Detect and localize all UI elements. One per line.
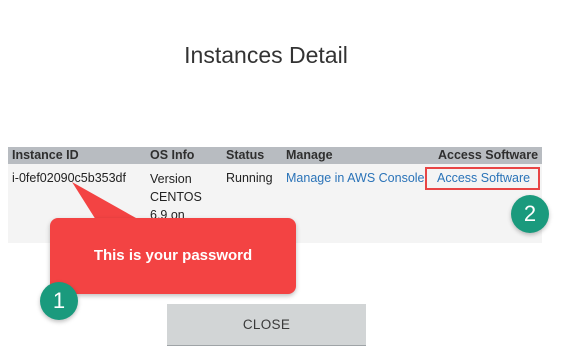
- callout-text: This is your password: [93, 247, 253, 264]
- dialog-title: Instances Detail: [184, 42, 348, 68]
- manage-aws-console-link[interactable]: Manage in AWS Console: [286, 171, 425, 185]
- header-manage: Manage: [286, 148, 333, 162]
- header-os-info: OS Info: [150, 148, 195, 162]
- access-software-link[interactable]: Access Software: [437, 171, 530, 185]
- header-instance-id: Instance ID: [12, 148, 79, 162]
- step-1-badge: 1: [40, 282, 78, 320]
- table-header: Instance ID OS Info Status Manage Access…: [8, 147, 542, 164]
- step-2-badge: 2: [511, 195, 549, 233]
- header-status: Status: [226, 148, 265, 162]
- header-access-software: Access Software: [438, 148, 539, 162]
- status-cell: Running: [226, 171, 273, 185]
- os-info-line-2: CENTOS: [150, 190, 202, 204]
- password-callout: This is your password: [50, 218, 296, 294]
- os-info-line-1: Version: [150, 172, 192, 186]
- close-button[interactable]: CLOSE: [167, 304, 366, 346]
- os-info-cell: Version CENTOS 6.9 on: [150, 170, 202, 224]
